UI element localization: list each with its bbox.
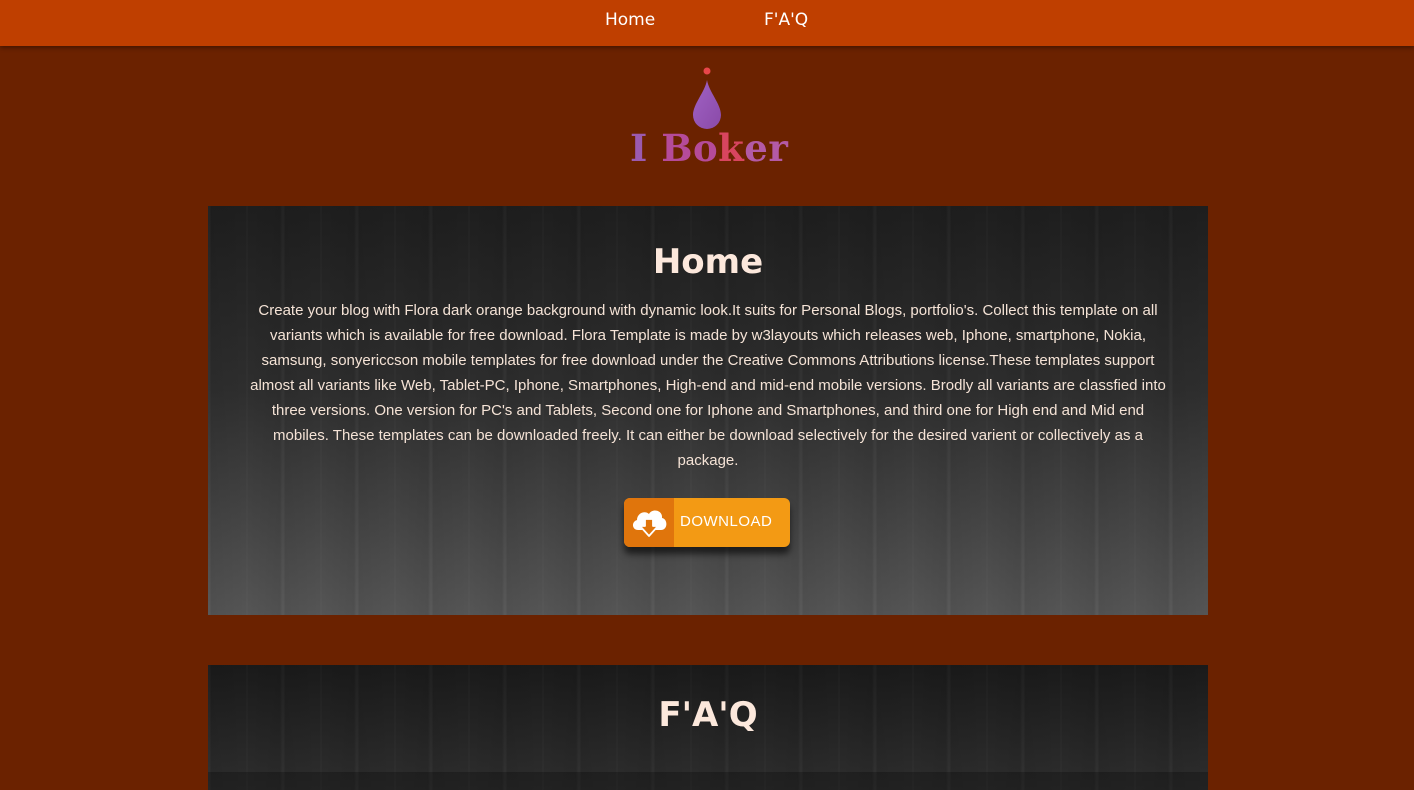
faq-content-strip	[208, 772, 1208, 790]
top-navigation-bar: Home F'A'Q	[0, 0, 1414, 46]
droplet-logo-icon	[693, 67, 721, 129]
home-title: Home	[652, 242, 764, 282]
logo-text-bo: Bo	[661, 126, 719, 170]
logo-text-er: er	[744, 126, 789, 170]
download-button[interactable]: DOWNLOAD	[624, 498, 790, 547]
cloud-download-icon	[632, 510, 667, 537]
nav-link-home[interactable]: Home	[605, 10, 655, 30]
logo-text-i: I	[630, 126, 662, 170]
home-section: Home Create your blog with Flora dark or…	[208, 206, 1208, 615]
download-button-label: DOWNLOAD	[680, 513, 773, 530]
site-logo[interactable]: I Boker	[620, 64, 800, 174]
faq-title: F'A'Q	[658, 695, 758, 735]
nav-link-faq[interactable]: F'A'Q	[764, 10, 808, 30]
logo-text-k: k	[718, 126, 745, 170]
download-icon-box	[624, 498, 674, 547]
logo-wordmark: I Boker	[630, 126, 788, 170]
faq-section: F'A'Q	[208, 665, 1208, 790]
home-description: Create your blog with Flora dark orange …	[250, 302, 1166, 469]
